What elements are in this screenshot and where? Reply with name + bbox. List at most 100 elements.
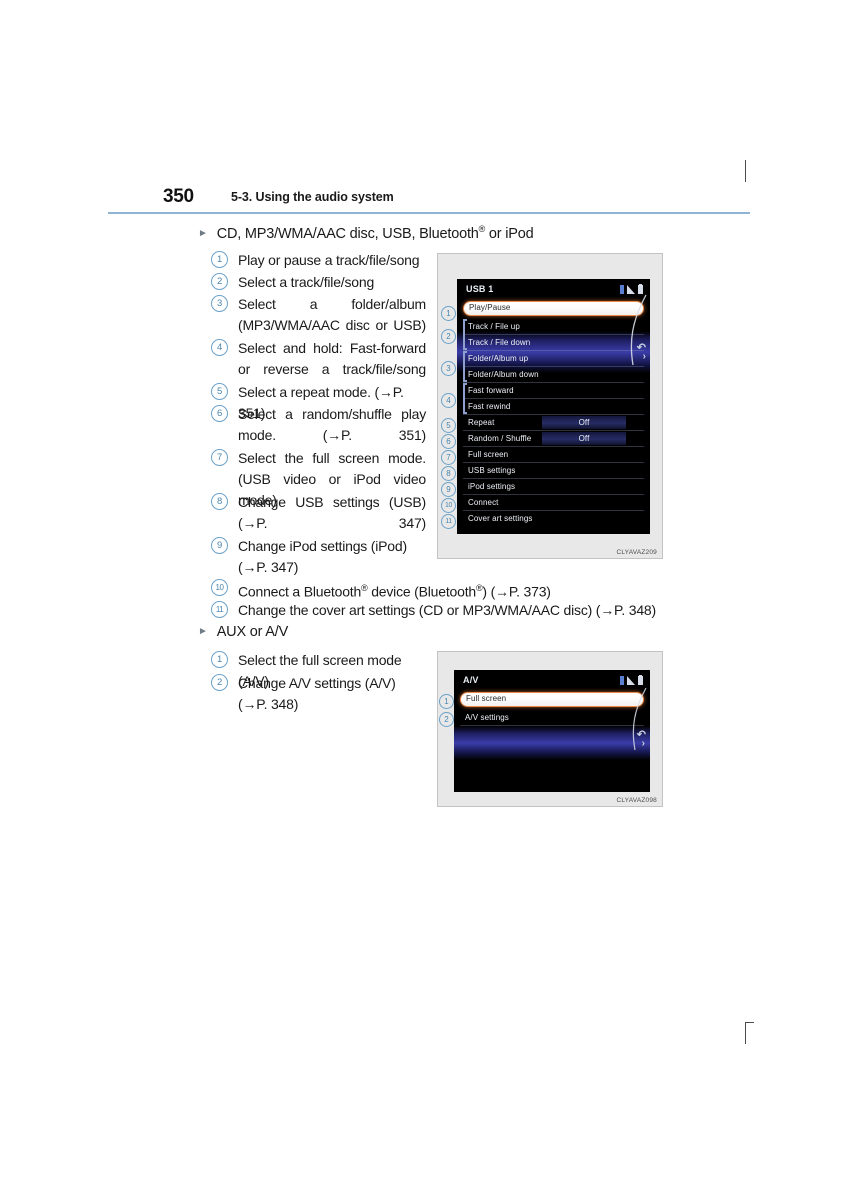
item-text: Change A/V settings (A/V) (→P. 348) bbox=[238, 675, 396, 712]
repeat-value-box[interactable]: Off bbox=[542, 416, 626, 429]
item-number: 2 bbox=[211, 273, 228, 290]
section-heading-aux: ► AUX or A/V bbox=[198, 624, 288, 640]
figure-caption: CLYAVAZ098 bbox=[616, 797, 657, 804]
callout-3: 3 bbox=[441, 361, 456, 376]
callout-6: 6 bbox=[441, 434, 456, 449]
menu-item-play-pause[interactable]: Play/Pause bbox=[463, 301, 644, 316]
callout-11: 11 bbox=[441, 514, 456, 529]
crop-mark-top-right bbox=[745, 160, 746, 182]
item-text-part1: Connect a Bluetooth bbox=[238, 583, 362, 600]
list-item: 9 Change iPod settings (iPod) (→P. 347) bbox=[211, 536, 426, 578]
menu-item-repeat[interactable]: Repeat Off bbox=[463, 415, 644, 431]
item-text: Select a track/file/song bbox=[238, 274, 375, 290]
chevron-right-icon[interactable]: › bbox=[642, 738, 645, 749]
item-text: Change the cover art settings (CD or MP3… bbox=[238, 602, 656, 618]
highlight-band bbox=[454, 726, 650, 760]
menu-item-track-file-up[interactable]: Track / File up bbox=[463, 319, 644, 335]
item-text: Change iPod settings (iPod) (→P. 347) bbox=[238, 538, 407, 575]
callout-4: 4 bbox=[441, 393, 456, 408]
item-number: 1 bbox=[211, 251, 228, 268]
menu-item-fast-forward[interactable]: Fast forward bbox=[463, 383, 644, 399]
list-item: 2 Change A/V settings (A/V) (→P. 348) bbox=[211, 673, 426, 715]
return-curve-icon bbox=[630, 294, 647, 366]
menu-item-label: Folder/Album up bbox=[468, 354, 529, 363]
item-number: 4 bbox=[211, 339, 228, 356]
menu-item-folder-album-up[interactable]: Folder/Album up bbox=[463, 351, 644, 367]
menu-item-av-settings[interactable]: A/V settings bbox=[460, 710, 644, 726]
item-number: 5 bbox=[211, 383, 228, 400]
callout-10: 10 bbox=[441, 498, 456, 513]
menu-item-label: Full screen bbox=[466, 694, 507, 703]
menu-item-label: Repeat bbox=[468, 418, 495, 427]
menu-item-random-shuffle[interactable]: Random / Shuffle Off bbox=[463, 431, 644, 447]
item-text-part3: ) (→P. 373) bbox=[482, 583, 551, 600]
menu-item-label: Track / File down bbox=[468, 338, 531, 347]
menu-item-label: Folder/Album down bbox=[468, 370, 539, 379]
list-item: 10 Connect a Bluetooth® device (Bluetoot… bbox=[211, 578, 731, 603]
menu-item-folder-album-down[interactable]: Folder/Album down bbox=[463, 367, 644, 383]
screen-title: USB 1 bbox=[466, 284, 494, 294]
header-divider bbox=[108, 212, 750, 214]
figure-caption: CLYAVAZ209 bbox=[616, 549, 657, 556]
usb-screen: USB 1 Play/Pause Track / File up Track /… bbox=[457, 279, 650, 534]
menu-item-cover-art-settings[interactable]: Cover art settings bbox=[463, 511, 644, 527]
menu-item-label: Full screen bbox=[468, 450, 509, 459]
menu-item-connect[interactable]: Connect bbox=[463, 495, 644, 511]
crop-mark-bottom-right-h bbox=[745, 1022, 754, 1023]
menu-item-label: Fast forward bbox=[468, 386, 514, 395]
section-heading-aux-text: AUX or A/V bbox=[216, 624, 289, 640]
list-item: 1 Play or pause a track/file/song bbox=[211, 250, 426, 271]
menu-item-label: Fast rewind bbox=[468, 402, 511, 411]
item-number: 6 bbox=[211, 405, 228, 422]
menu-item-label: Random / Shuffle bbox=[468, 434, 532, 443]
random-value: Off bbox=[578, 434, 590, 443]
menu-item-full-screen[interactable]: Full screen bbox=[460, 692, 644, 707]
item-text-part2: device (Bluetooth bbox=[367, 583, 476, 600]
callout-2: 2 bbox=[441, 329, 456, 344]
menu-item-label: A/V settings bbox=[465, 713, 509, 722]
callout-9: 9 bbox=[441, 482, 456, 497]
item-number: 8 bbox=[211, 493, 228, 510]
item-number: 11 bbox=[211, 601, 228, 618]
callout-7: 7 bbox=[441, 450, 456, 465]
menu-item-full-screen[interactable]: Full screen bbox=[463, 447, 644, 463]
repeat-value: Off bbox=[578, 418, 590, 427]
av-figure: A/V Full screen A/V settings ↶ › CLYAVAZ… bbox=[437, 651, 663, 807]
chevron-right-icon[interactable]: › bbox=[643, 351, 646, 362]
item-text: Connect a Bluetooth® device (Bluetooth®)… bbox=[238, 578, 731, 603]
item-number: 9 bbox=[211, 537, 228, 554]
page-number: 350 bbox=[163, 186, 194, 207]
menu-item-usb-settings[interactable]: USB settings bbox=[463, 463, 644, 479]
callout-av-2: 2 bbox=[439, 712, 454, 727]
random-value-box[interactable]: Off bbox=[542, 432, 626, 445]
return-curve-icon bbox=[632, 687, 647, 751]
crop-mark-bottom-right bbox=[745, 1022, 746, 1044]
item-number: 10 bbox=[211, 579, 228, 596]
item-number: 3 bbox=[211, 295, 228, 312]
menu-item-ipod-settings[interactable]: iPod settings bbox=[463, 479, 644, 495]
menu-item-label: iPod settings bbox=[468, 482, 516, 491]
section-heading-cd-text-after: or iPod bbox=[485, 225, 534, 242]
callout-1: 1 bbox=[441, 306, 456, 321]
usb-figure: USB 1 Play/Pause Track / File up Track /… bbox=[437, 253, 663, 559]
item-number: 1 bbox=[211, 651, 228, 668]
section-heading-cd: ► CD, MP3/WMA/AAC disc, USB, Bluetooth® o… bbox=[198, 224, 534, 242]
item-number: 2 bbox=[211, 674, 228, 691]
menu-item-label: Track / File up bbox=[468, 322, 520, 331]
section-heading-cd-text-before: CD, MP3/WMA/AAC disc, USB, Bluetooth bbox=[216, 225, 479, 242]
page-section-title: 5-3. Using the audio system bbox=[231, 190, 394, 204]
item-text: Play or pause a track/file/song bbox=[238, 252, 420, 268]
callout-av-1: 1 bbox=[439, 694, 454, 709]
page-header: 350 5-3. Using the audio system bbox=[0, 186, 848, 220]
triangle-bullet-icon: ► bbox=[198, 227, 208, 239]
menu-item-label: USB settings bbox=[468, 466, 516, 475]
callout-8: 8 bbox=[441, 466, 456, 481]
item-number: 7 bbox=[211, 449, 228, 466]
av-screen: A/V Full screen A/V settings ↶ › bbox=[454, 670, 650, 792]
list-item: 11 Change the cover art settings (CD or … bbox=[211, 600, 751, 621]
callout-5: 5 bbox=[441, 418, 456, 433]
screen-title: A/V bbox=[463, 675, 479, 685]
menu-item-track-file-down[interactable]: Track / File down bbox=[463, 335, 644, 351]
menu-item-label: Connect bbox=[468, 498, 499, 507]
menu-item-fast-rewind[interactable]: Fast rewind bbox=[463, 399, 644, 415]
